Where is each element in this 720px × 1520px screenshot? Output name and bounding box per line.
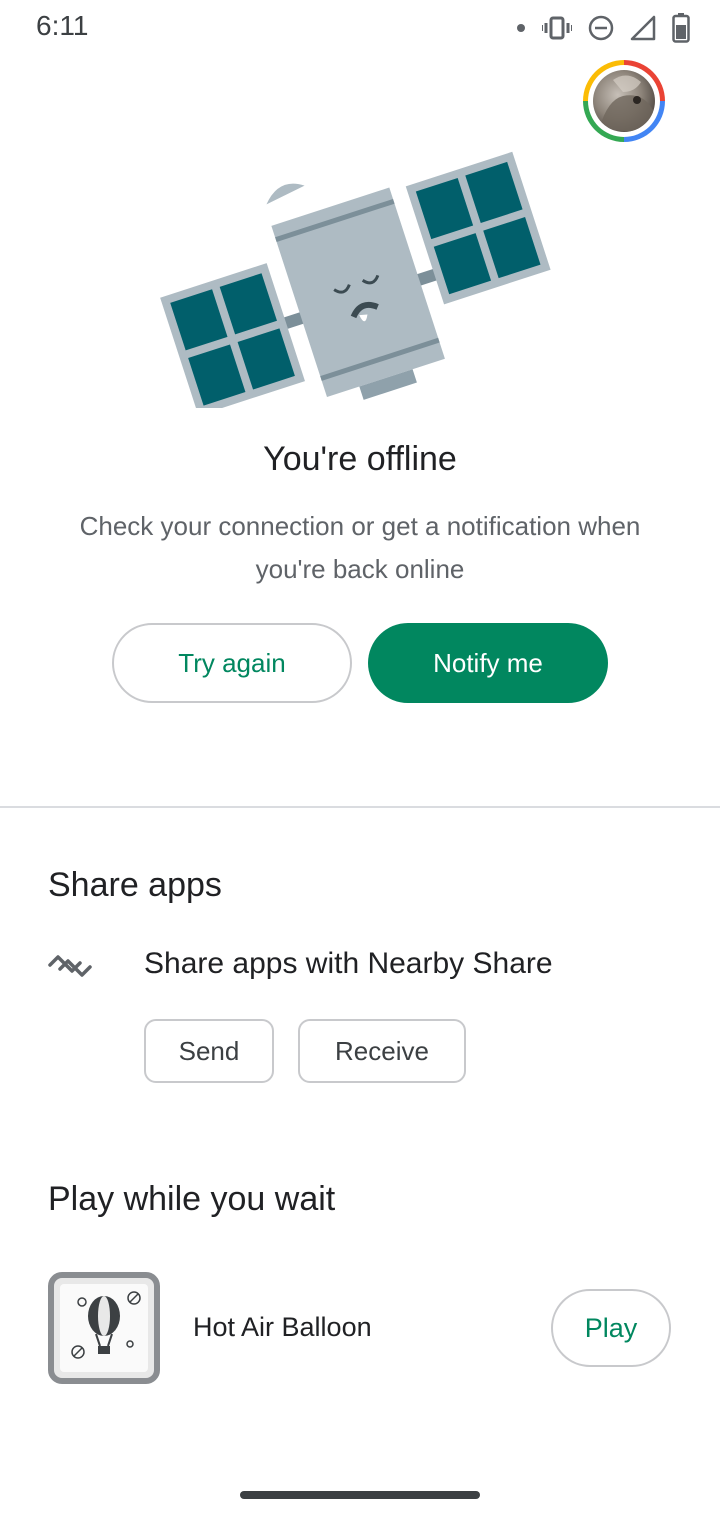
play-while-you-wait-heading: Play while you wait xyxy=(48,1180,336,1218)
status-icons xyxy=(516,8,690,48)
hot-air-balloon-icon xyxy=(71,1291,141,1359)
section-divider xyxy=(0,806,720,808)
battery-icon xyxy=(672,13,690,43)
receive-button[interactable]: Receive xyxy=(298,1019,466,1083)
hot-air-balloon-game-icon[interactable] xyxy=(48,1272,160,1384)
status-time: 6:11 xyxy=(36,10,89,41)
share-apps-heading: Share apps xyxy=(48,866,222,904)
nearby-share-icon xyxy=(48,955,92,977)
do-not-disturb-icon xyxy=(588,15,614,41)
offline-title: You're offline xyxy=(263,440,457,478)
cat-photo-icon xyxy=(599,75,655,132)
left-solar-panel xyxy=(160,263,305,408)
avatar-photo xyxy=(593,70,655,132)
avatar-ring-gap xyxy=(588,65,660,137)
offline-subtitle: Check your connection or get a notificat… xyxy=(79,511,641,584)
play-button[interactable]: Play xyxy=(551,1289,671,1367)
game-name: Hot Air Balloon xyxy=(193,1312,372,1342)
notification-dot-icon xyxy=(517,24,525,32)
nearby-share-label: Share apps with Nearby Share xyxy=(144,947,553,980)
send-button[interactable]: Send xyxy=(144,1019,274,1083)
try-again-button[interactable]: Try again xyxy=(112,623,352,703)
offline-satellite-illustration xyxy=(160,151,551,408)
gesture-nav-handle[interactable] xyxy=(240,1491,480,1499)
cell-signal-icon xyxy=(630,15,656,41)
nearby-share-row: Share apps with Nearby Share xyxy=(48,945,688,989)
account-avatar[interactable] xyxy=(583,60,665,142)
game-icon-screen xyxy=(60,1284,148,1372)
notify-me-button[interactable]: Notify me xyxy=(368,623,608,703)
status-bar: 6:11 xyxy=(0,0,720,56)
vibrate-icon xyxy=(542,16,572,40)
